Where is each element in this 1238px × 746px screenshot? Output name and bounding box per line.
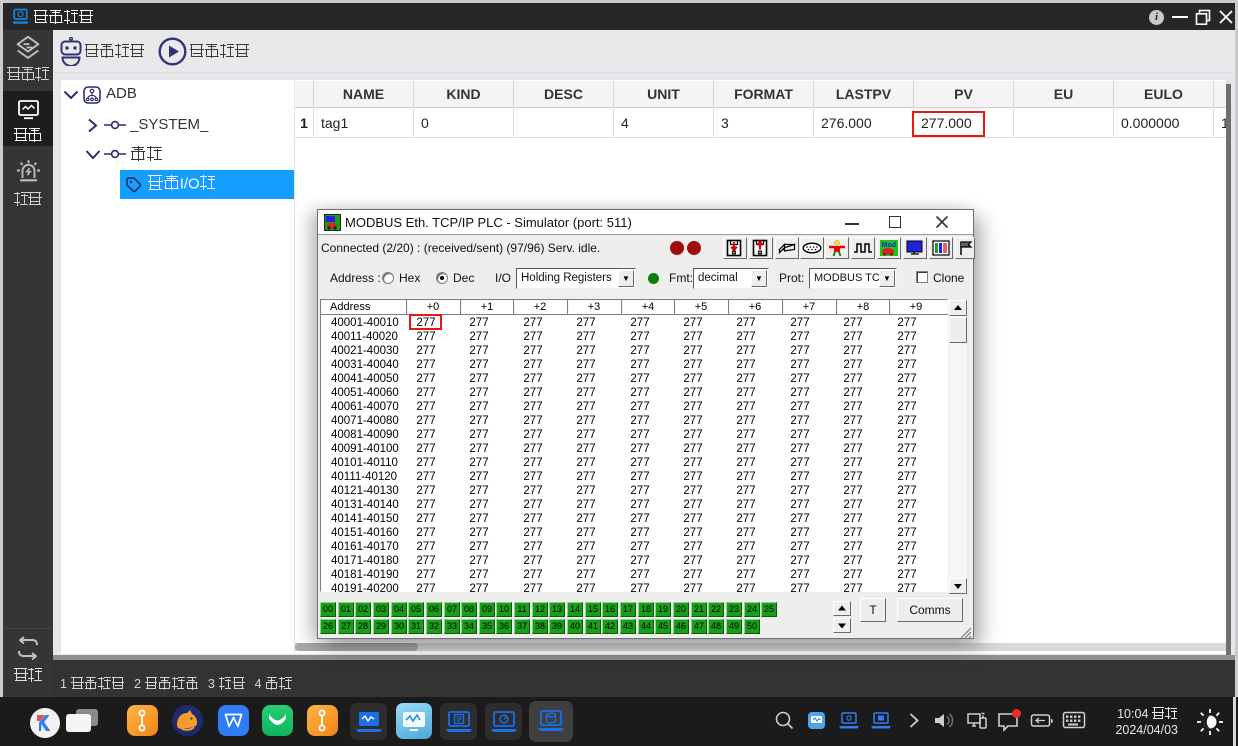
svg-text:Mod: Mod <box>882 242 896 249</box>
